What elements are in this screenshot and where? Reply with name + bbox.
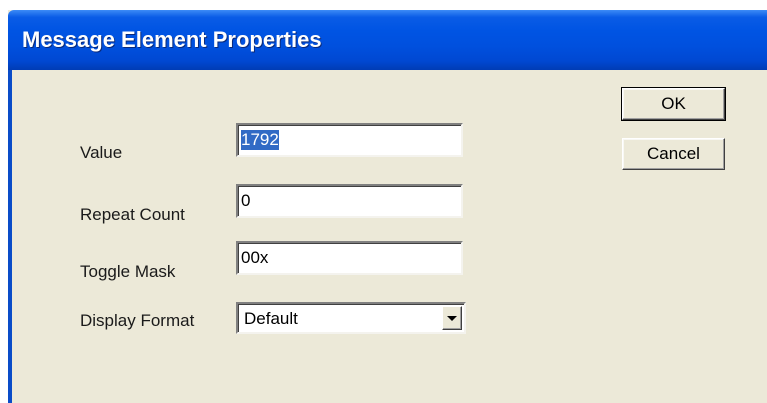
cancel-button[interactable]: Cancel <box>622 138 725 170</box>
title-bar[interactable]: Message Element Properties <box>8 10 767 70</box>
toggle-mask-input[interactable]: 00x <box>236 241 463 275</box>
chevron-down-icon[interactable] <box>442 306 462 330</box>
toggle-mask-input-text: 00x <box>241 248 269 267</box>
display-format-label: Display Format <box>80 311 195 330</box>
value-label: Value <box>80 143 123 162</box>
dialog-window: Message Element Properties Value 1792 Re… <box>8 10 767 403</box>
repeat-count-input[interactable]: 0 <box>236 184 463 218</box>
ok-button[interactable]: OK <box>621 87 726 121</box>
window-left-border <box>8 70 12 403</box>
value-input-text: 1792 <box>241 130 279 150</box>
repeat-count-label: Repeat Count <box>80 205 185 224</box>
value-input[interactable]: 1792 <box>236 123 463 157</box>
toggle-mask-label: Toggle Mask <box>80 262 176 281</box>
display-format-select[interactable]: Default <box>236 302 466 334</box>
display-format-value: Default <box>244 309 298 328</box>
repeat-count-input-text: 0 <box>241 191 251 210</box>
dialog-title: Message Element Properties <box>22 27 322 52</box>
